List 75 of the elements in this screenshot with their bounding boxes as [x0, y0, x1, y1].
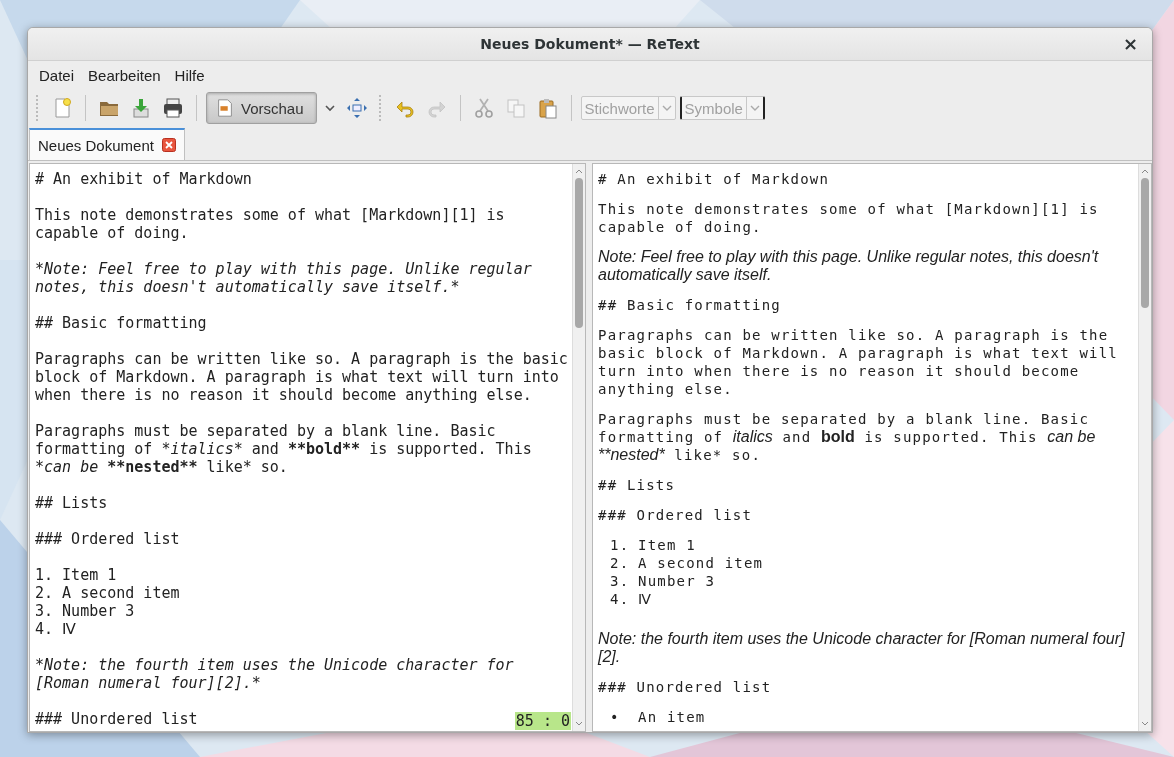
code-line: 2. A second item [35, 584, 180, 602]
copy-icon [504, 97, 527, 119]
close-icon[interactable] [161, 138, 176, 152]
clipboard-icon [536, 97, 559, 119]
list-marker: 4. [610, 590, 631, 608]
code-line: Paragraphs can be written like so. A paragraph is the basic [35, 350, 568, 368]
caret-up-icon[interactable] [575, 168, 583, 174]
window-title: Neues Dokument* — ReText [480, 36, 700, 52]
caret-up-icon[interactable] [1141, 168, 1149, 174]
scrollbar[interactable] [572, 164, 585, 731]
note-line: Note: Feel free to play with this page. Unlike regular notes, this doesn't [598, 248, 1099, 266]
text-line: capable of doing. [598, 218, 762, 236]
list-item: A second item [638, 554, 764, 572]
code-line: notes, this doesn't automatically save itself.* [35, 278, 460, 296]
code-line: 1. Item 1 [35, 566, 117, 584]
text-line: formatting of italics and bold is supported. This can be [598, 428, 1096, 446]
text-line: basic block of Markdown. A paragraph is what text will [598, 344, 1118, 362]
list-item: Item 1 [638, 536, 696, 554]
close-button[interactable]: × [1118, 34, 1142, 54]
code-line: ## Basic formatting [35, 314, 207, 332]
code-line: *Note: Feel free to play with this page. Unlike regular [35, 260, 532, 278]
code-line: 4. Ⅳ [35, 620, 77, 638]
list-item: An item [638, 708, 706, 726]
menu-item[interactable]: Bearbeiten [81, 66, 168, 84]
text-line: Paragraphs must be separated by a blank line. Basic [598, 410, 1090, 428]
list-item: Ⅳ [638, 590, 653, 608]
code-line: when there is no reason it should become anything else. [35, 386, 532, 404]
text-line: ### Unordered list [598, 678, 772, 696]
text-line: ## Basic formatting [598, 296, 781, 314]
list-marker: 2. [610, 554, 631, 572]
code-line: *Note: the fourth item uses the Unicode character for [35, 656, 514, 674]
scrollbar-thumb[interactable] [1141, 178, 1149, 308]
code-line: capable of doing. [35, 224, 189, 242]
menu-item[interactable]: Hilfe [167, 66, 212, 84]
editor-pane[interactable] [29, 163, 586, 732]
download-icon [130, 97, 152, 119]
code-line: block of Markdown. A paragraph is what text will turn into [35, 368, 559, 386]
text-line: turn into when there is no reason it should become [598, 362, 1080, 380]
caret-down-icon[interactable] [575, 721, 583, 727]
printer-icon [162, 97, 184, 119]
scissors-icon [472, 97, 495, 119]
note-line: automatically save itself. [598, 266, 772, 284]
caret-down-icon[interactable] [1141, 721, 1149, 727]
preview-toggle-button[interactable]: Vorschau [206, 92, 317, 124]
code-line: 3. Number 3 [35, 602, 135, 620]
move-arrows-icon [345, 97, 368, 119]
document-icon [215, 98, 235, 118]
text-line: # An exhibit of Markdown [598, 170, 830, 188]
note-line: [2]. [598, 648, 621, 666]
list-marker: 3. [610, 572, 631, 590]
code-line: formatting of *italics* and **bold** is supported. This [35, 440, 532, 458]
note-line: Note: the fourth item uses the Unicode character for [Roman numeral four] [598, 630, 1125, 648]
document-tab[interactable]: Neues Dokument [29, 128, 185, 160]
code-line: [Roman numeral four][2].* [35, 674, 261, 692]
list-marker: • [610, 708, 621, 726]
code-line: # An exhibit of Markdown [35, 170, 252, 188]
caret-icon[interactable] [324, 104, 335, 112]
text-line: Paragraphs can be written like so. A paragraph is the [598, 326, 1109, 344]
menu-item[interactable]: Datei [32, 66, 82, 84]
text-line: ### Ordered list [598, 506, 753, 524]
text-line: anything else. [598, 380, 733, 398]
text-line: **nested* like* so. [598, 446, 761, 464]
code-line: This note demonstrates some of what [Markdown][1] is [35, 206, 505, 224]
cursor-position: 85 : 0 [514, 712, 571, 730]
scrollbar-thumb[interactable] [575, 178, 583, 328]
code-line: Paragraphs must be separated by a blank line. Basic [35, 422, 496, 440]
list-item: Number 3 [638, 572, 716, 590]
code-line: ### Unordered list [35, 710, 198, 728]
text-line: ## Lists [598, 476, 676, 494]
scrollbar[interactable] [1138, 164, 1151, 731]
code-line: *can be **nested** like* so. [35, 458, 288, 476]
text-line: This note demonstrates some of what [Markdown][1] is [598, 200, 1099, 218]
list-marker: 1. [610, 536, 631, 554]
code-line: ### Ordered list [35, 530, 180, 548]
code-line: ## Lists [35, 494, 108, 512]
